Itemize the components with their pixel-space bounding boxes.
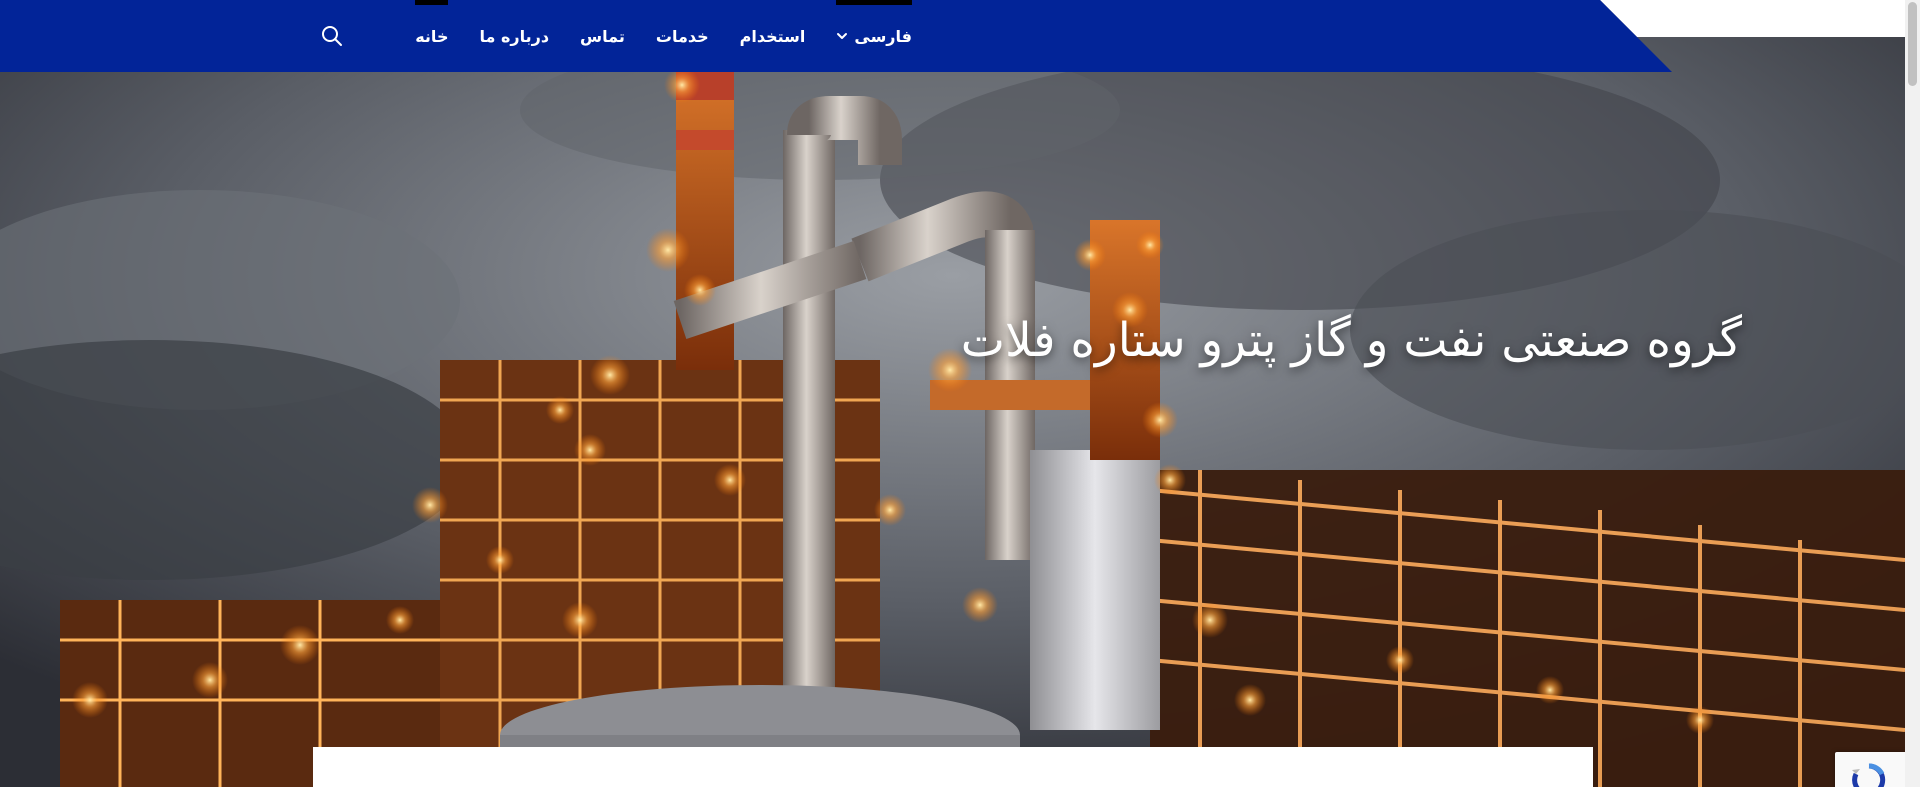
nav-item-label: درباره ما — [479, 26, 550, 46]
nav-item-careers[interactable]: استخدام — [740, 0, 806, 72]
nav-item-label: فارسی — [854, 26, 912, 46]
nav-menu: خانه درباره ما تماس خدمات استخدام فارسی — [415, 0, 912, 72]
search-button[interactable] — [320, 24, 344, 48]
content-card — [313, 747, 1593, 787]
scrollbar-thumb[interactable] — [1908, 2, 1917, 86]
hero-banner — [0, 0, 1905, 787]
nav-item-label: خانه — [415, 26, 449, 46]
page: خانه درباره ما تماس خدمات استخدام فارسی … — [0, 0, 1920, 787]
refinery-illustration — [0, 0, 1905, 787]
recaptcha-badge[interactable] — [1835, 752, 1905, 787]
nav-item-label: خدمات — [655, 26, 709, 46]
header-corner — [1600, 0, 1905, 37]
nav-item-label: تماس — [580, 26, 625, 46]
chevron-down-icon — [837, 33, 848, 39]
recaptcha-icon — [1852, 763, 1886, 787]
active-indicator — [836, 0, 912, 5]
nav-item-label: استخدام — [739, 26, 806, 46]
search-icon — [322, 26, 342, 46]
nav-item-services[interactable]: خدمات — [656, 0, 709, 72]
nav-item-language[interactable]: فارسی — [836, 0, 912, 72]
scrollbar[interactable] — [1905, 0, 1920, 787]
nav-item-about[interactable]: درباره ما — [479, 0, 549, 72]
active-indicator — [415, 0, 449, 5]
nav-item-contact[interactable]: تماس — [580, 0, 625, 72]
nav-item-home[interactable]: خانه — [415, 0, 449, 72]
hero-title: گروه صنعتی نفت و گاز پترو ستاره فلات — [960, 313, 1742, 369]
